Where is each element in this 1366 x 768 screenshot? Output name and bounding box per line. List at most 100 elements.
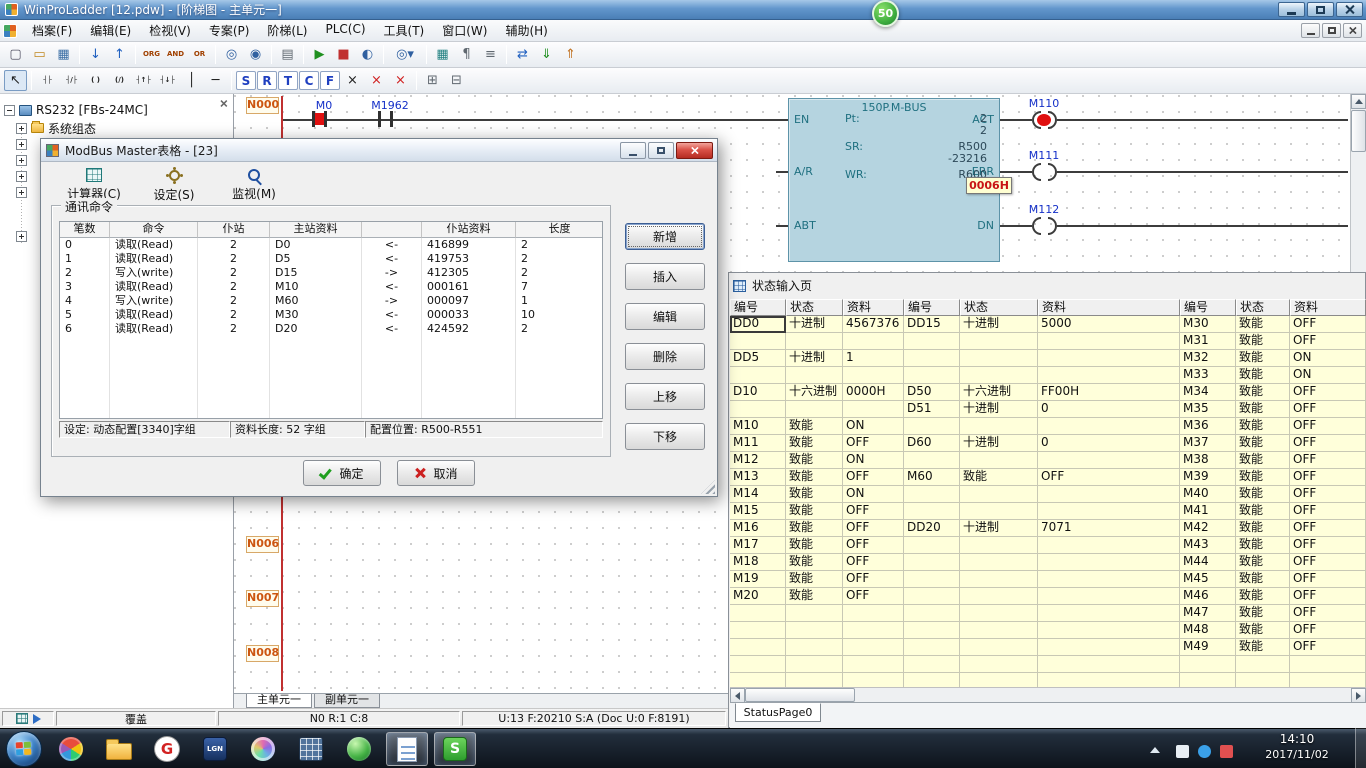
status-cell[interactable]: DD0	[730, 316, 786, 333]
maximize-button[interactable]	[1307, 2, 1334, 17]
status-cell[interactable]: OFF	[1290, 605, 1366, 622]
insert-network-icon[interactable]: ⊞	[421, 70, 444, 91]
scroll-right-button[interactable]	[1351, 688, 1366, 703]
modbus-table-body[interactable]: 0读取(Read)2D0<-41689921读取(Read)2D5<-41975…	[60, 238, 602, 419]
status-cell[interactable]	[960, 367, 1038, 384]
status-cell[interactable]	[730, 367, 786, 384]
status-cell[interactable]	[960, 486, 1038, 503]
status-row[interactable]: M47致能OFF	[730, 605, 1366, 622]
status-cell[interactable]	[960, 554, 1038, 571]
status-cell[interactable]: 十进制	[960, 401, 1038, 418]
status-row[interactable]	[730, 656, 1366, 673]
status-cell[interactable]	[904, 350, 960, 367]
contact-symbol[interactable]	[378, 111, 381, 127]
status-cell[interactable]: OFF	[843, 503, 904, 520]
status-row[interactable]: M14致能ONM40致能OFF	[730, 486, 1366, 503]
status-cell[interactable]: OFF	[1290, 554, 1366, 571]
dialog-minimize-button[interactable]	[620, 142, 646, 159]
status-cell[interactable]	[1038, 503, 1180, 520]
status-cell[interactable]: 致能	[786, 537, 843, 554]
expand-icon[interactable]	[16, 123, 27, 134]
status-cell[interactable]	[1038, 639, 1180, 656]
status-cell[interactable]	[786, 401, 843, 418]
online-icon[interactable]: ⇄	[511, 44, 534, 65]
status-cell[interactable]: 致能	[786, 554, 843, 571]
status-cell[interactable]	[730, 656, 786, 673]
status-cell[interactable]: 致能	[1236, 639, 1290, 656]
status-row[interactable]: M17致能OFFM43致能OFF	[730, 537, 1366, 554]
network-list-icon[interactable]: ≡	[479, 44, 502, 65]
modbus-command-table[interactable]: 笔数命令仆站主站资料仆站资料长度 0读取(Read)2D0<-41689921读…	[59, 221, 603, 419]
status-cell[interactable]: 十进制	[960, 316, 1038, 333]
status-cell[interactable]	[904, 673, 960, 687]
status-cell[interactable]: M39	[1180, 469, 1236, 486]
taskbar-clock[interactable]: 14:10 2017/11/02	[1244, 731, 1350, 765]
winproladder-app-icon[interactable]	[386, 732, 428, 766]
find-icon[interactable]: ◎	[220, 44, 243, 65]
delete-element-icon[interactable]: ×	[341, 70, 364, 91]
status-cell[interactable]	[904, 486, 960, 503]
status-cell[interactable]	[1038, 452, 1180, 469]
calculator-app-icon[interactable]	[290, 732, 332, 766]
status-cell[interactable]	[1236, 673, 1290, 687]
status-cell[interactable]: 致能	[786, 469, 843, 486]
status-cell[interactable]	[1038, 486, 1180, 503]
status-table-body[interactable]: DD0十进制4567376DD15十进制5000M30致能OFFM31致能OFF…	[730, 316, 1366, 687]
status-row[interactable]: M13致能OFFM60致能OFFM39致能OFF	[730, 469, 1366, 486]
status-cell[interactable]: 致能	[786, 503, 843, 520]
speed-ball-badge[interactable]: 50	[872, 0, 899, 27]
menu-item[interactable]: 专案(P)	[200, 19, 259, 42]
status-cell[interactable]: OFF	[843, 537, 904, 554]
status-cell[interactable]	[786, 367, 843, 384]
status-cell[interactable]	[786, 673, 843, 687]
status-cell[interactable]: OFF	[1290, 316, 1366, 333]
status-cell[interactable]: M49	[1180, 639, 1236, 656]
status-cell[interactable]: 致能	[786, 571, 843, 588]
status-cell[interactable]	[960, 537, 1038, 554]
zoom-dropdown[interactable]: ◎▾	[388, 44, 422, 65]
status-page-tab[interactable]: StatusPage0	[735, 703, 821, 722]
status-row[interactable]: D51十进制0M35致能OFF	[730, 401, 1366, 418]
status-cell[interactable]	[960, 622, 1038, 639]
rising-edge-icon[interactable]: ┤↑├	[132, 70, 155, 91]
tree-item-plc[interactable]: RS232 [FBs-24MC]	[4, 102, 148, 118]
status-cell[interactable]: M13	[730, 469, 786, 486]
status-cell[interactable]: 致能	[786, 588, 843, 605]
status-cell[interactable]	[1038, 622, 1180, 639]
status-cell[interactable]: 4567376	[843, 316, 904, 333]
comment-icon[interactable]: ¶	[455, 44, 478, 65]
status-cell[interactable]: 致能	[1236, 435, 1290, 452]
status-cell[interactable]	[904, 571, 960, 588]
status-cell[interactable]	[730, 605, 786, 622]
menu-item[interactable]: PLC(C)	[316, 19, 374, 42]
coil-symbol[interactable]	[1048, 163, 1057, 181]
status-cell[interactable]: 致能	[1236, 350, 1290, 367]
status-cell[interactable]	[904, 418, 960, 435]
cancel-button[interactable]: 取消	[397, 460, 475, 486]
status-cell[interactable]: OFF	[843, 435, 904, 452]
scrollbar-thumb[interactable]	[745, 688, 855, 702]
modbus-row[interactable]: 1读取(Read)2D5<-4197532	[60, 252, 602, 266]
status-cell[interactable]: M33	[1180, 367, 1236, 384]
scrollbar-thumb[interactable]	[1351, 110, 1366, 152]
status-cell[interactable]	[786, 605, 843, 622]
status-cell[interactable]: ON	[1290, 350, 1366, 367]
status-cell[interactable]: ON	[843, 486, 904, 503]
modbus-row[interactable]: 2写入(write)2D15->4123052	[60, 266, 602, 280]
upload-program-icon[interactable]: ⇑	[559, 44, 582, 65]
status-cell[interactable]: 0	[1038, 435, 1180, 452]
status-cell[interactable]: OFF	[1290, 401, 1366, 418]
status-cell[interactable]	[904, 367, 960, 384]
tree-expand-icon[interactable]	[16, 155, 27, 166]
status-cell[interactable]: 致能	[1236, 554, 1290, 571]
status-cell[interactable]: 致能	[1236, 469, 1290, 486]
status-cell[interactable]: 致能	[786, 452, 843, 469]
status-cell[interactable]	[1180, 656, 1236, 673]
status-cell[interactable]: 0	[1038, 401, 1180, 418]
status-cell[interactable]	[904, 554, 960, 571]
status-cell[interactable]: 致能	[1236, 486, 1290, 503]
modbus-row[interactable]: 0读取(Read)2D0<-4168992	[60, 238, 602, 252]
status-cell[interactable]: OFF	[843, 588, 904, 605]
status-row[interactable]: M18致能OFFM44致能OFF	[730, 554, 1366, 571]
status-row[interactable]	[730, 673, 1366, 687]
